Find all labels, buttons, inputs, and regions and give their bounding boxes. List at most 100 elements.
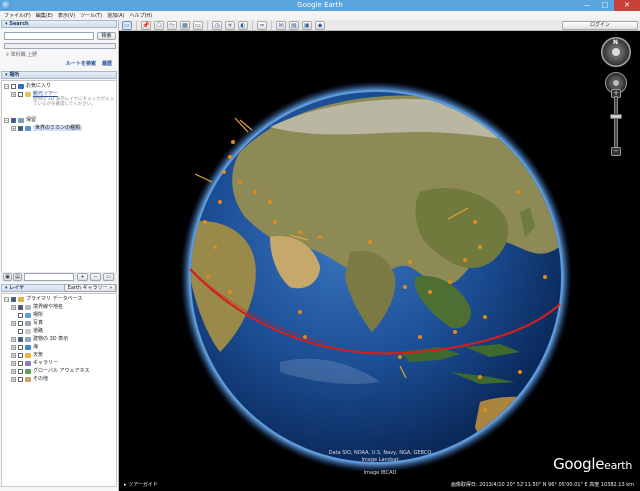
placemark-pin[interactable] (213, 245, 217, 249)
layer-item-borders[interactable]: 境界線や地名 (33, 304, 63, 310)
zoom-out-button[interactable]: − (611, 147, 621, 156)
layer-checkbox[interactable] (18, 369, 23, 374)
minimize-button[interactable]: — (578, 0, 596, 11)
expand-layer-icon[interactable]: + (11, 321, 16, 326)
placemark-pin[interactable] (206, 275, 210, 279)
layers-view-icon[interactable]: ▤ (13, 273, 22, 281)
search-panel-header[interactable]: ▾ Search (1, 20, 117, 28)
placemark-pin[interactable] (478, 245, 482, 249)
tour-guide-toggle[interactable]: ▸ ツアーガイド (124, 480, 158, 491)
layer-item-ocean[interactable]: 海 (33, 344, 38, 350)
expand-mikan-icon[interactable]: + (11, 126, 16, 131)
layer-checkbox[interactable] (18, 353, 23, 358)
layer-checkbox[interactable] (18, 329, 23, 334)
menu-edit[interactable]: 編集(E) (36, 12, 53, 19)
placemark-pin[interactable] (473, 220, 477, 224)
placemark-icon[interactable]: 📌 (141, 21, 151, 30)
record-tour-icon[interactable]: ▭ (193, 21, 203, 30)
placemark-pin[interactable] (238, 180, 242, 184)
layer-item-photos[interactable]: 写真 (33, 320, 43, 326)
layer-checkbox[interactable] (18, 305, 23, 310)
placemark-pin[interactable] (483, 315, 487, 319)
placemark-pin[interactable] (218, 200, 222, 204)
layer-checkbox[interactable] (18, 337, 23, 342)
places-item-favorites[interactable]: お気に入り (26, 83, 51, 89)
placemark-pin[interactable] (453, 330, 457, 334)
compass-hub-icon[interactable] (612, 48, 620, 56)
layer-item-roads[interactable]: 道路 (33, 328, 43, 334)
zoom-slider-thumb[interactable] (610, 114, 622, 119)
expand-layer-icon[interactable]: + (11, 369, 16, 374)
placemark-pin[interactable] (368, 240, 372, 244)
maximize-button[interactable]: □ (596, 0, 614, 11)
placemark-pin[interactable] (228, 290, 232, 294)
placemark-pin[interactable] (463, 258, 467, 262)
expand-layer-icon[interactable]: + (11, 305, 16, 310)
places-view-icon[interactable]: ▣ (3, 273, 12, 281)
favorites-checkbox[interactable] (11, 84, 16, 89)
expand-tour-icon[interactable]: + (11, 92, 16, 97)
history-icon[interactable]: ◷ (212, 21, 222, 30)
ruler-icon[interactable]: ━ (257, 21, 267, 30)
expand-layer-icon[interactable]: + (11, 361, 16, 366)
expand-pending-icon[interactable]: − (4, 118, 9, 123)
placemark-pin[interactable] (273, 220, 277, 224)
layer-item-global-awareness[interactable]: グローバル アウェアネス (33, 368, 90, 374)
minimize-panel-button[interactable]: ▭ (103, 273, 114, 281)
layer-item-gallery[interactable]: ギャラリー (33, 360, 58, 366)
placemark-pin[interactable] (228, 155, 232, 159)
search-input[interactable] (4, 32, 94, 40)
placemark-pin[interactable] (398, 355, 402, 359)
layer-checkbox[interactable] (18, 313, 23, 318)
print-icon[interactable]: ▤ (289, 21, 299, 30)
expand-layer-icon[interactable]: + (11, 337, 16, 342)
history-link[interactable]: 履歴 (102, 61, 112, 67)
placemark-pin[interactable] (231, 140, 235, 144)
layer-checkbox[interactable] (18, 377, 23, 382)
expand-layer-icon[interactable]: + (11, 345, 16, 350)
menu-file[interactable]: ファイル(F) (4, 12, 31, 19)
expand-primary-db-icon[interactable]: − (4, 297, 9, 302)
placemark-pin[interactable] (222, 170, 226, 174)
route-search-link[interactable]: ルートを検索 (66, 61, 96, 67)
placemark-pin[interactable] (408, 260, 412, 264)
compass-control[interactable]: N (601, 37, 631, 67)
placemark-pin[interactable] (516, 190, 520, 194)
placemark-pin[interactable] (418, 335, 422, 339)
placemark-pin[interactable] (543, 275, 547, 279)
sun-icon[interactable]: ☀ (225, 21, 235, 30)
placemark-pin[interactable] (253, 190, 257, 194)
layer-checkbox[interactable] (18, 361, 23, 366)
layer-item-more[interactable]: その他 (33, 376, 48, 382)
placemark-pin[interactable] (478, 375, 482, 379)
layer-item-places[interactable]: 場所 (33, 312, 43, 318)
remove-button[interactable]: − (90, 273, 101, 281)
placemark-pin[interactable] (448, 280, 452, 284)
layer-checkbox[interactable] (18, 345, 23, 350)
add-button[interactable]: + (77, 273, 88, 281)
places-item-mikan[interactable]: 世界のミカンの種類 (33, 125, 83, 131)
maps-icon[interactable]: ◆ (315, 21, 325, 30)
placemark-pin[interactable] (428, 290, 432, 294)
expand-layer-icon[interactable]: + (11, 377, 16, 382)
tour-checkbox[interactable] (18, 92, 23, 97)
zoom-slider[interactable] (614, 96, 618, 154)
move-hub-icon[interactable] (613, 80, 619, 86)
primary-db-checkbox[interactable] (11, 297, 16, 302)
menu-add[interactable]: 追加(A) (107, 12, 124, 19)
sidebar-toggle-icon[interactable]: ▭ (122, 21, 132, 30)
placemark-pin[interactable] (318, 235, 322, 239)
close-button[interactable]: ✕ (614, 0, 640, 11)
email-icon[interactable]: ✉ (276, 21, 286, 30)
save-image-icon[interactable]: ▣ (302, 21, 312, 30)
planet-icon[interactable]: ◐ (238, 21, 248, 30)
placemark-pin[interactable] (203, 220, 207, 224)
earth-gallery-button[interactable]: Earth ギャラリー » (64, 284, 116, 292)
layer-item-primary-db[interactable]: プライマリ データベース (26, 296, 82, 302)
layer-item-3d-buildings[interactable]: 建物の 3D 表示 (33, 336, 68, 342)
layers-search-input[interactable] (24, 273, 74, 281)
placemark-pin[interactable] (268, 200, 272, 204)
layer-item-weather[interactable]: 天気 (33, 352, 43, 358)
overlay-icon[interactable]: ▦ (180, 21, 190, 30)
login-button[interactable]: ログイン (562, 21, 638, 30)
